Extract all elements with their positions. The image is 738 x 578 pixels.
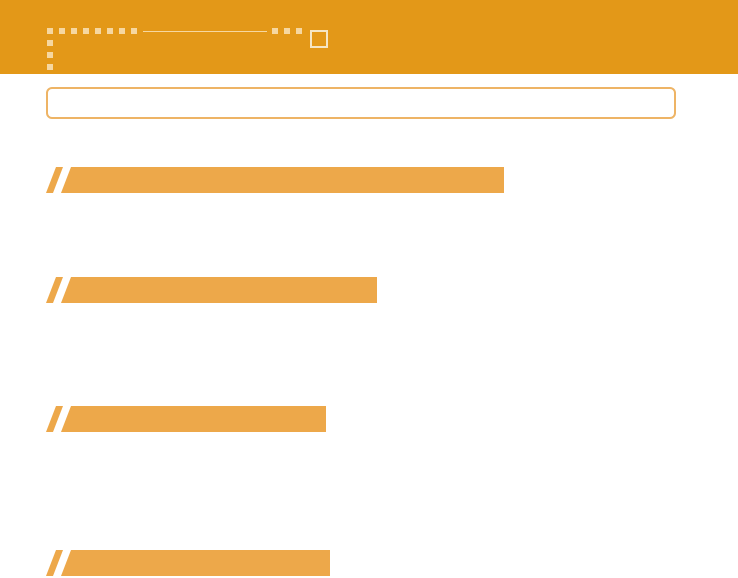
decorative-dot xyxy=(47,40,53,46)
section-header-bar xyxy=(46,550,330,576)
decorative-dot xyxy=(119,28,125,34)
decorative-dot xyxy=(71,28,77,34)
decorative-dot xyxy=(296,28,302,34)
square-outline-icon xyxy=(310,30,328,48)
decorative-dot xyxy=(59,28,65,34)
decorative-dot xyxy=(83,28,89,34)
decorative-dot xyxy=(107,28,113,34)
decorative-dot xyxy=(284,28,290,34)
decorative-dot xyxy=(47,64,53,70)
section-header-bar xyxy=(46,406,326,432)
section-header-bar xyxy=(46,167,504,193)
section-header-bar xyxy=(46,277,377,303)
decorative-dot xyxy=(95,28,101,34)
decorative-dot xyxy=(47,52,53,58)
decorative-dot xyxy=(272,28,278,34)
decorative-dot xyxy=(131,28,137,34)
decorative-line xyxy=(143,31,267,32)
decorative-dot xyxy=(47,28,53,34)
header-bar xyxy=(0,0,738,74)
title-box xyxy=(46,87,676,119)
